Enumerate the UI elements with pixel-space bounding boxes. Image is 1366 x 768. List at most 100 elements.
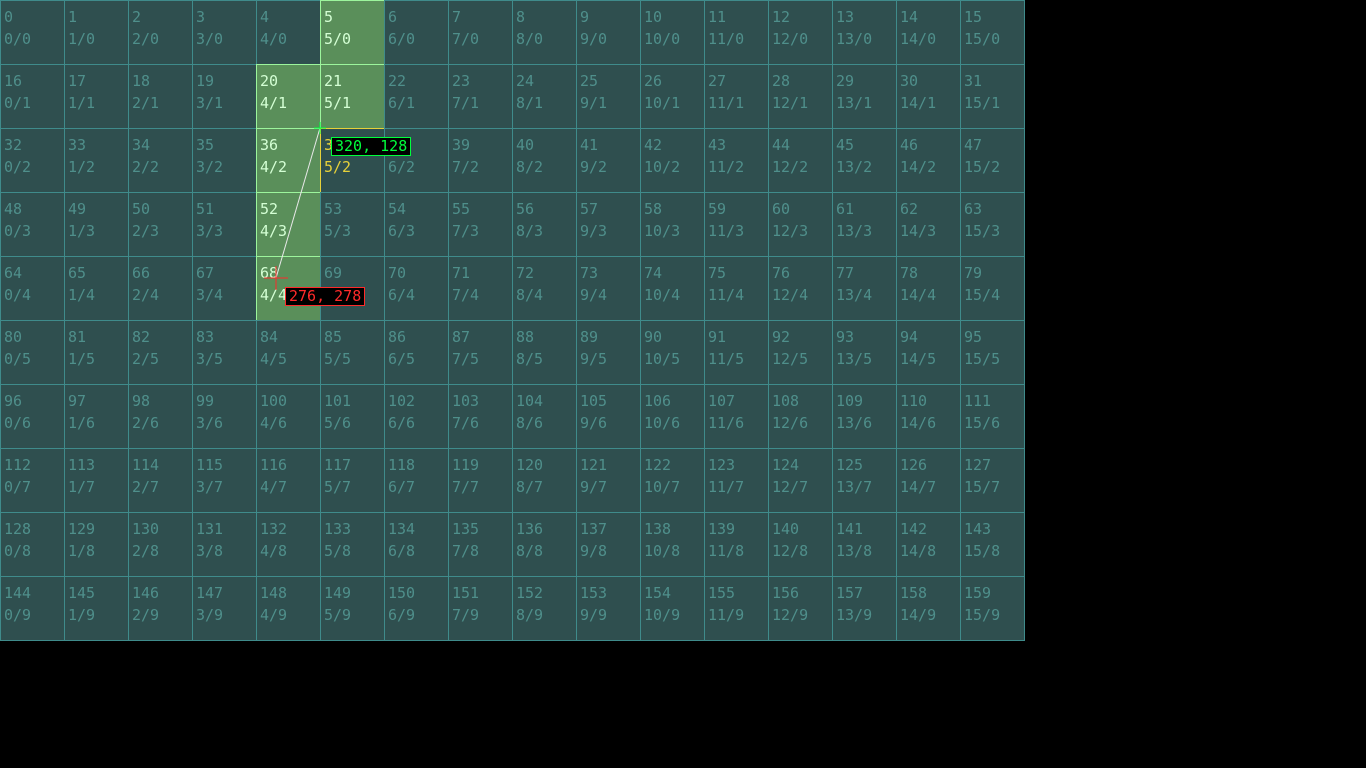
grid-cell[interactable]: 91 11/5 bbox=[704, 320, 769, 385]
grid-cell[interactable]: 142 14/8 bbox=[896, 512, 961, 577]
grid-cell[interactable]: 109 13/6 bbox=[832, 384, 897, 449]
grid-cell[interactable]: 124 12/7 bbox=[768, 448, 833, 513]
grid-cell[interactable]: 106 10/6 bbox=[640, 384, 705, 449]
grid-cell[interactable]: 44 12/2 bbox=[768, 128, 833, 193]
grid-cell[interactable]: 93 13/5 bbox=[832, 320, 897, 385]
grid-cell[interactable]: 82 2/5 bbox=[128, 320, 193, 385]
grid-cell[interactable]: 119 7/7 bbox=[448, 448, 513, 513]
grid-cell[interactable]: 76 12/4 bbox=[768, 256, 833, 321]
grid-cell[interactable]: 8 8/0 bbox=[512, 0, 577, 65]
grid-cell[interactable]: 26 10/1 bbox=[640, 64, 705, 129]
grid-cell[interactable]: 108 12/6 bbox=[768, 384, 833, 449]
grid-cell[interactable]: 2 2/0 bbox=[128, 0, 193, 65]
grid-cell[interactable]: 105 9/6 bbox=[576, 384, 641, 449]
grid-cell[interactable]: 50 2/3 bbox=[128, 192, 193, 257]
grid-cell[interactable]: 48 0/3 bbox=[0, 192, 65, 257]
grid-cell[interactable]: 130 2/8 bbox=[128, 512, 193, 577]
grid-cell[interactable]: 20 4/1 bbox=[256, 64, 321, 129]
grid-cell[interactable]: 35 3/2 bbox=[192, 128, 257, 193]
grid-cell[interactable]: 54 6/3 bbox=[384, 192, 449, 257]
grid-cell[interactable]: 57 9/3 bbox=[576, 192, 641, 257]
grid-cell[interactable]: 24 8/1 bbox=[512, 64, 577, 129]
grid-cell[interactable]: 39 7/2 bbox=[448, 128, 513, 193]
grid-cell[interactable]: 146 2/9 bbox=[128, 576, 193, 641]
grid-cell[interactable]: 72 8/4 bbox=[512, 256, 577, 321]
grid-cell[interactable]: 0 0/0 bbox=[0, 0, 65, 65]
grid-cell[interactable]: 122 10/7 bbox=[640, 448, 705, 513]
grid-cell[interactable]: 87 7/5 bbox=[448, 320, 513, 385]
grid-cell[interactable]: 157 13/9 bbox=[832, 576, 897, 641]
grid-cell[interactable]: 135 7/8 bbox=[448, 512, 513, 577]
grid-cell[interactable]: 90 10/5 bbox=[640, 320, 705, 385]
grid-cell[interactable]: 81 1/5 bbox=[64, 320, 129, 385]
grid-cell[interactable]: 30 14/1 bbox=[896, 64, 961, 129]
grid-cell[interactable]: 6 6/0 bbox=[384, 0, 449, 65]
grid-cell[interactable]: 59 11/3 bbox=[704, 192, 769, 257]
grid-cell[interactable]: 15 15/0 bbox=[960, 0, 1025, 65]
grid-cell[interactable]: 117 5/7 bbox=[320, 448, 385, 513]
grid-cell[interactable]: 104 8/6 bbox=[512, 384, 577, 449]
grid-cell[interactable]: 22 6/1 bbox=[384, 64, 449, 129]
grid-cell[interactable]: 75 11/4 bbox=[704, 256, 769, 321]
grid-cell[interactable]: 55 7/3 bbox=[448, 192, 513, 257]
grid-cell[interactable]: 18 2/1 bbox=[128, 64, 193, 129]
grid-cell[interactable]: 58 10/3 bbox=[640, 192, 705, 257]
grid-cell[interactable]: 115 3/7 bbox=[192, 448, 257, 513]
grid-cell[interactable]: 56 8/3 bbox=[512, 192, 577, 257]
grid-cell[interactable]: 60 12/3 bbox=[768, 192, 833, 257]
grid-cell[interactable]: 40 8/2 bbox=[512, 128, 577, 193]
grid-cell[interactable]: 65 1/4 bbox=[64, 256, 129, 321]
grid-cell[interactable]: 16 0/1 bbox=[0, 64, 65, 129]
grid-cell[interactable]: 98 2/6 bbox=[128, 384, 193, 449]
grid-cell[interactable]: 21 5/1 bbox=[320, 64, 385, 129]
grid-cell[interactable]: 152 8/9 bbox=[512, 576, 577, 641]
grid-cell[interactable]: 7 7/0 bbox=[448, 0, 513, 65]
grid-cell[interactable]: 121 9/7 bbox=[576, 448, 641, 513]
grid-cell[interactable]: 9 9/0 bbox=[576, 0, 641, 65]
grid-cell[interactable]: 17 1/1 bbox=[64, 64, 129, 129]
grid-cell[interactable]: 95 15/5 bbox=[960, 320, 1025, 385]
grid-cell[interactable]: 153 9/9 bbox=[576, 576, 641, 641]
grid-cell[interactable]: 33 1/2 bbox=[64, 128, 129, 193]
grid-cell[interactable]: 43 11/2 bbox=[704, 128, 769, 193]
grid-cell[interactable]: 79 15/4 bbox=[960, 256, 1025, 321]
grid-cell[interactable]: 32 0/2 bbox=[0, 128, 65, 193]
grid-cell[interactable]: 114 2/7 bbox=[128, 448, 193, 513]
grid-cell[interactable]: 150 6/9 bbox=[384, 576, 449, 641]
grid-cell[interactable]: 126 14/7 bbox=[896, 448, 961, 513]
grid-cell[interactable]: 110 14/6 bbox=[896, 384, 961, 449]
grid-cell[interactable]: 129 1/8 bbox=[64, 512, 129, 577]
grid-cell[interactable]: 113 1/7 bbox=[64, 448, 129, 513]
grid-cell[interactable]: 34 2/2 bbox=[128, 128, 193, 193]
grid-cell[interactable]: 88 8/5 bbox=[512, 320, 577, 385]
grid-cell[interactable]: 73 9/4 bbox=[576, 256, 641, 321]
grid-cell[interactable]: 97 1/6 bbox=[64, 384, 129, 449]
grid-cell[interactable]: 147 3/9 bbox=[192, 576, 257, 641]
grid-cell[interactable]: 84 4/5 bbox=[256, 320, 321, 385]
grid-cell[interactable]: 12 12/0 bbox=[768, 0, 833, 65]
grid-cell[interactable]: 112 0/7 bbox=[0, 448, 65, 513]
grid-cell[interactable]: 138 10/8 bbox=[640, 512, 705, 577]
grid-cell[interactable]: 96 0/6 bbox=[0, 384, 65, 449]
grid-cell[interactable]: 83 3/5 bbox=[192, 320, 257, 385]
grid-cell[interactable]: 45 13/2 bbox=[832, 128, 897, 193]
grid-cell[interactable]: 139 11/8 bbox=[704, 512, 769, 577]
grid-cell[interactable]: 42 10/2 bbox=[640, 128, 705, 193]
grid-cell[interactable]: 86 6/5 bbox=[384, 320, 449, 385]
grid-cell[interactable]: 46 14/2 bbox=[896, 128, 961, 193]
grid-cell[interactable]: 140 12/8 bbox=[768, 512, 833, 577]
grid-cell[interactable]: 19 3/1 bbox=[192, 64, 257, 129]
grid-cell[interactable]: 10 10/0 bbox=[640, 0, 705, 65]
grid-cell[interactable]: 85 5/5 bbox=[320, 320, 385, 385]
grid-cell[interactable]: 64 0/4 bbox=[0, 256, 65, 321]
grid-cell[interactable]: 62 14/3 bbox=[896, 192, 961, 257]
grid-cell[interactable]: 41 9/2 bbox=[576, 128, 641, 193]
grid-cell[interactable]: 137 9/8 bbox=[576, 512, 641, 577]
grid-cell[interactable]: 154 10/9 bbox=[640, 576, 705, 641]
grid-cell[interactable]: 136 8/8 bbox=[512, 512, 577, 577]
grid-cell[interactable]: 4 4/0 bbox=[256, 0, 321, 65]
grid-cell[interactable]: 14 14/0 bbox=[896, 0, 961, 65]
grid-cell[interactable]: 13 13/0 bbox=[832, 0, 897, 65]
grid-cell[interactable]: 131 3/8 bbox=[192, 512, 257, 577]
grid-cell[interactable]: 127 15/7 bbox=[960, 448, 1025, 513]
